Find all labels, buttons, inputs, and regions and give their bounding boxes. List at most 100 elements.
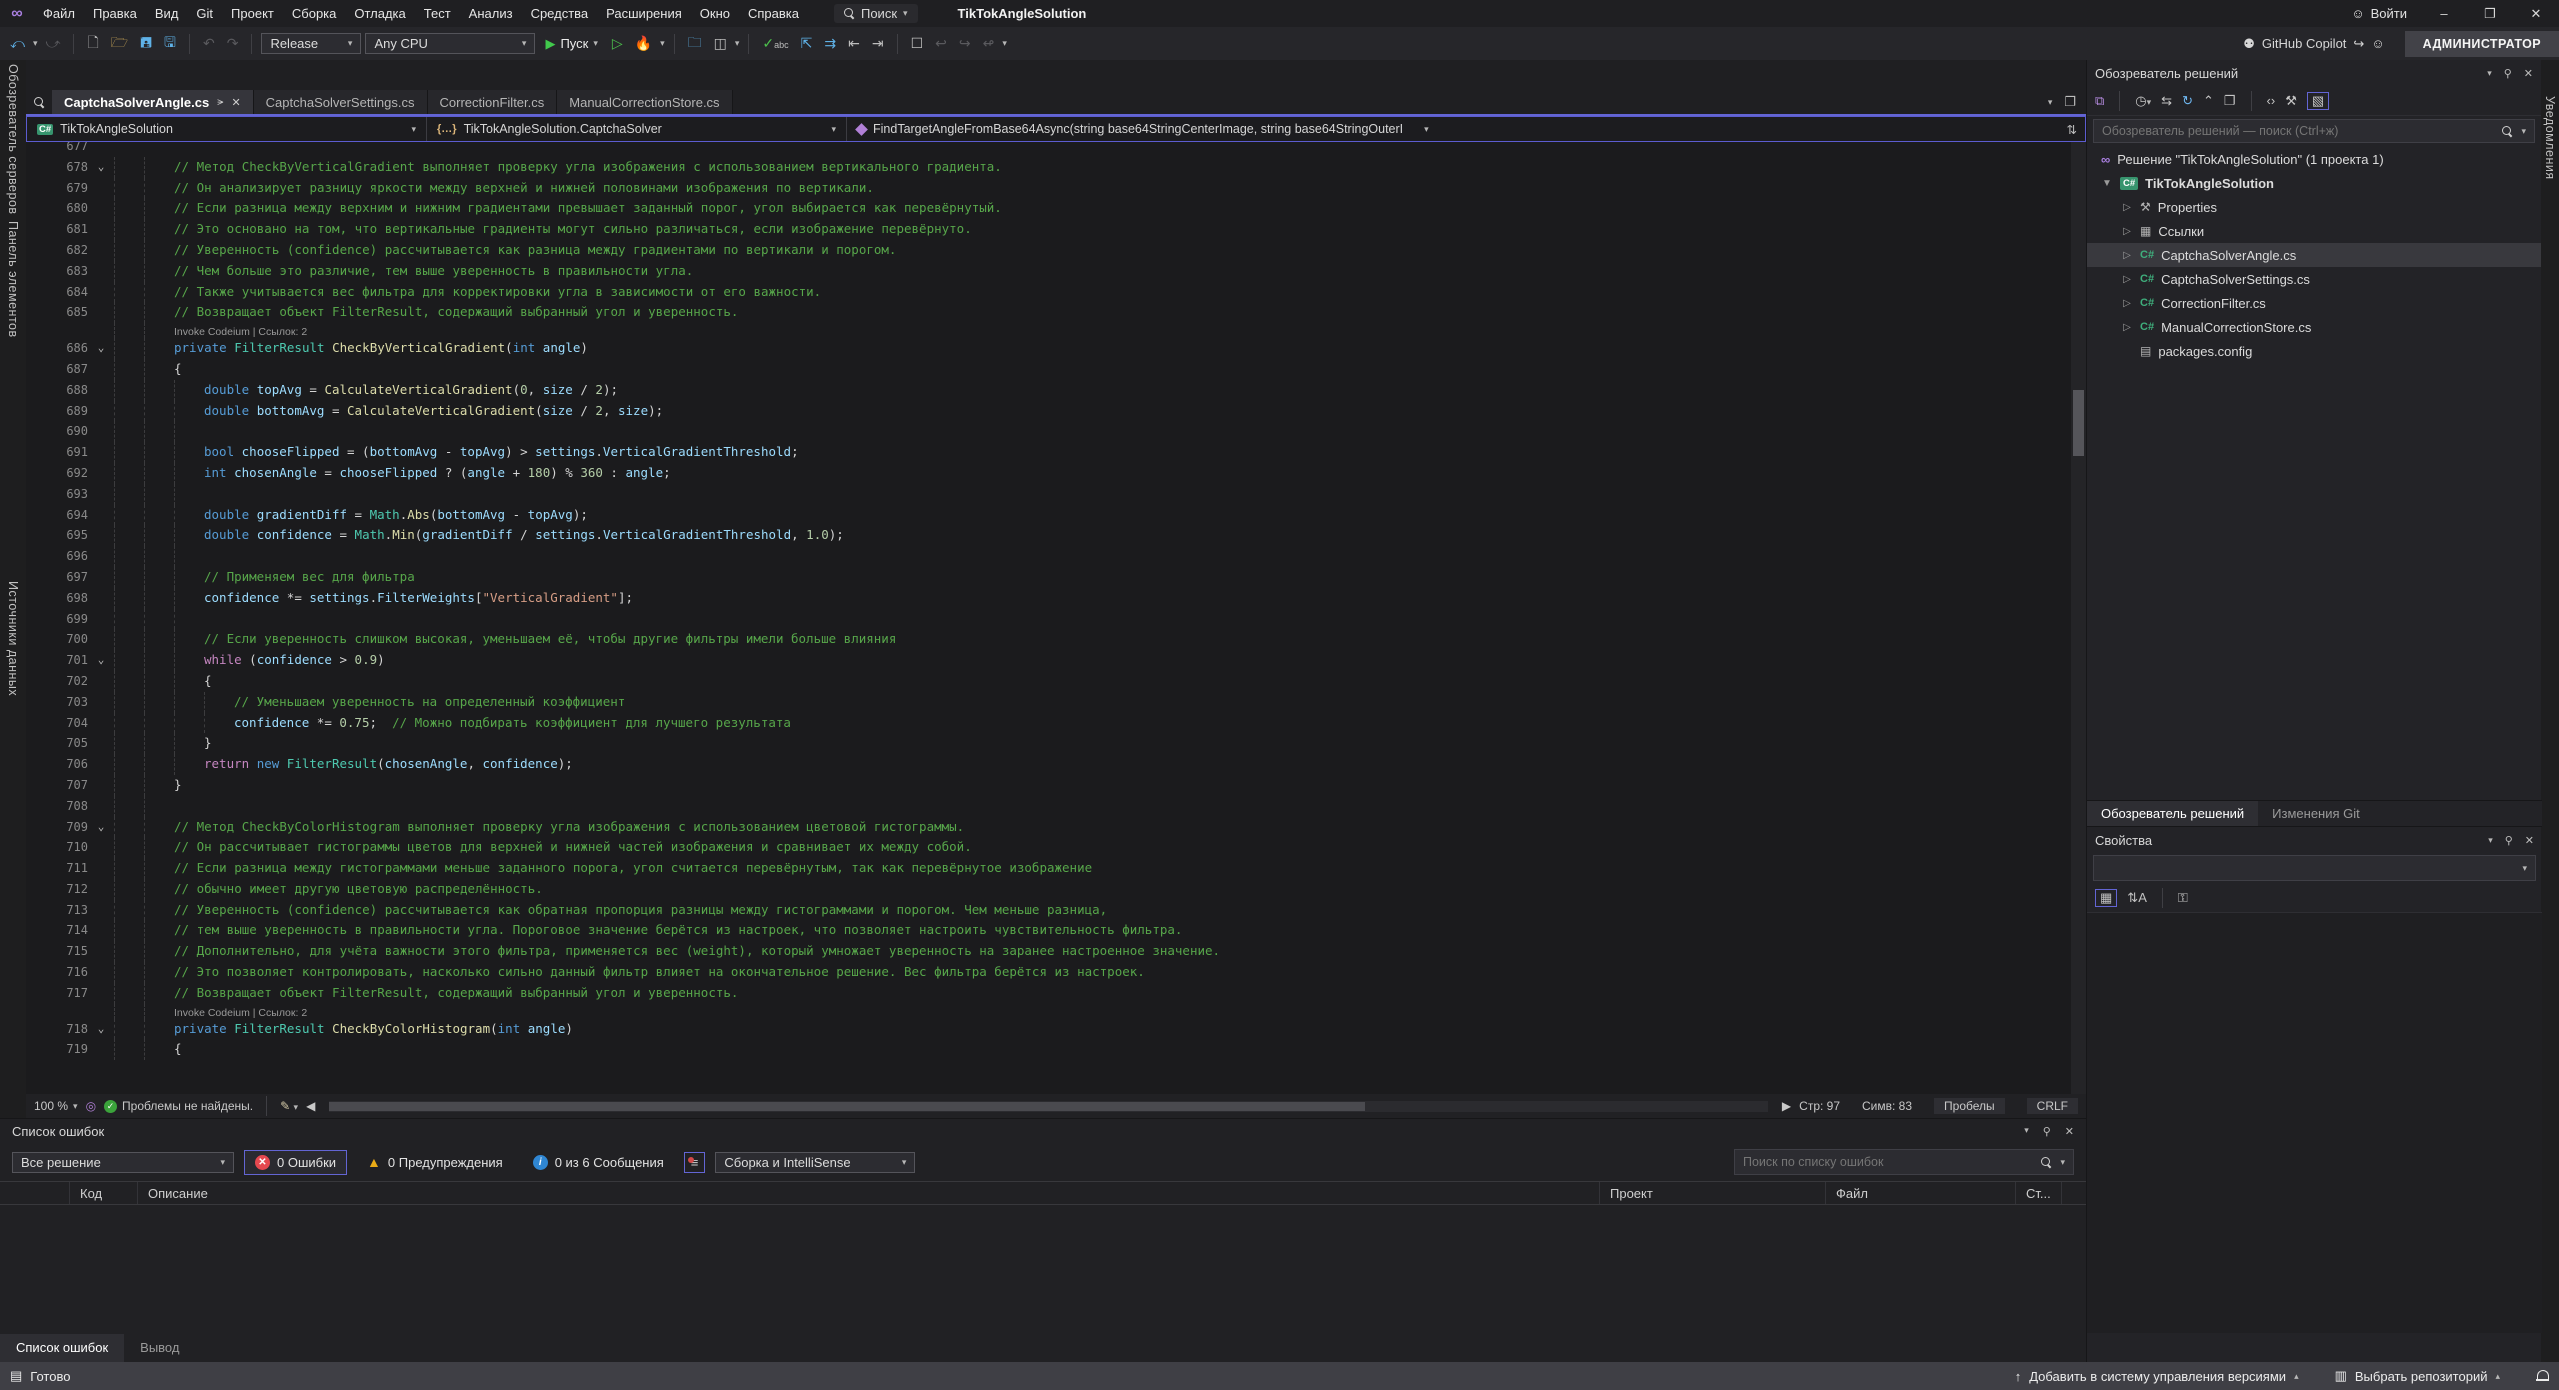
breadcrumb-member-dropdown[interactable]: FindTargetAngleFromBase64Async(string ba… <box>847 117 1547 141</box>
pin-icon[interactable]: ⪫ <box>217 96 223 109</box>
tree-item-captchasolversettings-cs[interactable]: ▷C#CaptchaSolverSettings.cs <box>2087 267 2541 291</box>
navigate-cursor-button[interactable]: ⇱ <box>797 33 817 54</box>
close-icon[interactable]: ✕ <box>231 96 240 109</box>
column-header-icon[interactable] <box>0 1182 70 1204</box>
spell-check-button[interactable]: ✓abc <box>758 33 792 54</box>
message-filter-icon[interactable]: ≡ <box>684 1152 706 1173</box>
sync-with-active-document-icon[interactable]: ⇆ <box>2161 93 2172 109</box>
column-header-Проект[interactable]: Проект <box>1600 1182 1826 1204</box>
open-folder-button[interactable]: 🗁 <box>107 30 132 58</box>
pin-icon[interactable]: ⚲ <box>2504 67 2512 80</box>
horizontal-scrollbar[interactable] <box>329 1101 1768 1112</box>
hot-reload-button[interactable]: 🔥 <box>631 33 656 54</box>
clear-bookmarks-button[interactable]: ↫ <box>979 33 999 54</box>
left-strip-tab[interactable]: Панель элементов <box>6 221 20 338</box>
preview-selected-items-icon[interactable]: ❐ <box>2224 93 2236 109</box>
suggestion-icon[interactable]: ◎ <box>86 1099 96 1113</box>
bookmark-button[interactable]: ☐ <box>907 33 928 54</box>
close-icon[interactable]: ✕ <box>2065 1125 2074 1138</box>
share-icon[interactable]: ↪ <box>2353 36 2364 52</box>
scrollbar-thumb[interactable] <box>2073 390 2084 457</box>
menu-item-отладка[interactable]: Отладка <box>345 0 414 27</box>
chevron-down-icon[interactable]: ▾ <box>660 38 665 49</box>
scope-dropdown[interactable]: Все решение ▾ <box>12 1152 234 1173</box>
tree-item-packages-config[interactable]: ▤packages.config <box>2087 339 2541 363</box>
document-tab[interactable]: CaptchaSolverAngle.cs⪫✕ <box>52 90 254 114</box>
chevron-down-icon[interactable]: ▾ <box>735 38 740 49</box>
menu-item-окно[interactable]: Окно <box>691 0 739 27</box>
expand-arrow-icon[interactable]: ▷ <box>2121 202 2133 213</box>
fold-chevron-icon[interactable]: ⌄ <box>88 157 114 178</box>
categorized-view-icon[interactable]: ▦ <box>2095 889 2117 907</box>
tab-list-dropdown-icon[interactable]: ▾ <box>2048 97 2053 108</box>
configuration-dropdown[interactable]: Release ▾ <box>261 33 361 54</box>
minimize-button[interactable]: – <box>2421 0 2467 27</box>
properties-object-dropdown[interactable]: ▾ <box>2093 855 2536 881</box>
float-window-icon[interactable]: ❐ <box>2064 94 2076 110</box>
panel-tab-error-list[interactable]: Список ошибок <box>0 1334 124 1362</box>
view-code-icon[interactable]: ‹› <box>2267 93 2276 108</box>
menu-item-средства[interactable]: Средства <box>522 0 598 27</box>
menu-item-анализ[interactable]: Анализ <box>460 0 522 27</box>
zoom-dropdown[interactable]: 100 % ▾ <box>34 1099 78 1113</box>
scrollbar-thumb[interactable] <box>329 1102 1365 1111</box>
scroll-right-icon[interactable]: ▶ <box>1782 1099 1791 1113</box>
scroll-left-icon[interactable]: ◀ <box>306 1099 315 1113</box>
fold-chevron-icon[interactable]: ⌄ <box>88 1019 114 1040</box>
restore-button[interactable]: ❐ <box>2467 0 2513 27</box>
pen-icon[interactable]: ✎ ▾ <box>280 1099 298 1113</box>
health-indicator[interactable]: ✓ Проблемы не найдены. <box>104 1099 253 1113</box>
pin-icon[interactable]: ⚲ <box>2505 834 2513 847</box>
expand-arrow-icon[interactable]: ▷ <box>2121 226 2133 237</box>
quick-search-box[interactable]: Поиск ▾ <box>834 4 918 23</box>
start-without-debugging-button[interactable]: ▷ <box>608 33 627 54</box>
menu-item-правка[interactable]: Правка <box>84 0 146 27</box>
column-header-Файл[interactable]: Файл <box>1826 1182 2016 1204</box>
solution-search-box[interactable]: ▾ <box>2093 119 2535 143</box>
find-in-files-button[interactable]: 🗀 <box>684 30 706 58</box>
codelens-label[interactable]: Invoke Codeium | Ссылок: 2 <box>174 326 307 338</box>
fold-chevron-icon[interactable]: ⌄ <box>88 338 114 359</box>
expand-arrow-icon[interactable]: ▷ <box>2121 322 2133 333</box>
line-indicator[interactable]: Стр: 97 <box>1799 1099 1840 1113</box>
redo-button[interactable]: ↷ <box>223 33 243 54</box>
column-header-Ст...[interactable]: Ст... <box>2016 1182 2062 1204</box>
properties-icon[interactable]: ⚒ <box>2285 93 2297 109</box>
code-editor[interactable]: 677678⌄// Метод CheckByVerticalGradient … <box>26 142 2086 1094</box>
platform-dropdown[interactable]: Any CPU ▾ <box>365 33 535 54</box>
github-copilot-button[interactable]: ⚉ GitHub Copilot ↪ ☺ <box>2243 36 2384 52</box>
navigate-back-button[interactable]: ⤺ <box>6 33 29 54</box>
error-search-input[interactable] <box>1743 1155 2033 1169</box>
tree-item-manualcorrectionstore-cs[interactable]: ▷C#ManualCorrectionStore.cs <box>2087 315 2541 339</box>
show-all-files-icon[interactable]: ▧ <box>2307 92 2329 110</box>
messages-filter-button[interactable]: i 0 из 6 Сообщения <box>523 1151 674 1174</box>
fold-chevron-icon[interactable]: ⌄ <box>88 817 114 838</box>
split-window-icon[interactable]: ⇅ <box>2059 117 2085 141</box>
panel-tab-output[interactable]: Вывод <box>124 1334 195 1362</box>
sign-in-button[interactable]: ☺ Войти <box>2337 6 2421 21</box>
window-position-icon[interactable]: ▾ <box>2024 1125 2029 1138</box>
start-debugging-button[interactable]: ▶ Пуск ▾ <box>539 34 603 54</box>
save-button[interactable]: 🖪 <box>136 30 156 58</box>
fold-chevron-icon[interactable]: ⌄ <box>88 650 114 671</box>
tree-item-properties[interactable]: ▷⚒Properties <box>2087 195 2541 219</box>
menu-item-тест[interactable]: Тест <box>415 0 460 27</box>
indent-increase-button[interactable]: ⇥ <box>868 33 888 54</box>
collapse-all-icon[interactable]: ⌃ <box>2203 93 2214 109</box>
window-position-icon[interactable]: ▾ <box>2487 68 2492 79</box>
switch-views-icon[interactable]: ⧉ <box>2095 93 2104 109</box>
window-position-icon[interactable]: ▾ <box>2488 835 2493 846</box>
column-header-Код[interactable]: Код <box>70 1182 138 1204</box>
next-bookmark-button[interactable]: ↪ <box>955 33 975 54</box>
close-button[interactable]: ✕ <box>2513 0 2559 27</box>
column-indicator[interactable]: Симв: 83 <box>1862 1099 1912 1113</box>
spaces-indicator[interactable]: Пробелы <box>1934 1098 2005 1114</box>
breadcrumb-project-dropdown[interactable]: C# TikTokAngleSolution ▾ <box>27 117 427 141</box>
expand-arrow-icon[interactable]: ▷ <box>2121 250 2133 261</box>
vertical-scrollbar[interactable] <box>2071 142 2086 1094</box>
expand-arrow-icon[interactable]: ▼ <box>2101 178 2113 189</box>
add-to-source-control-button[interactable]: ↑ Добавить в систему управления версиями… <box>2015 1369 2299 1384</box>
property-pages-icon[interactable]: ⚿ <box>2178 890 2188 906</box>
document-tab[interactable]: CorrectionFilter.cs <box>428 90 558 114</box>
tree-item--[interactable]: ▷▦Ссылки <box>2087 219 2541 243</box>
